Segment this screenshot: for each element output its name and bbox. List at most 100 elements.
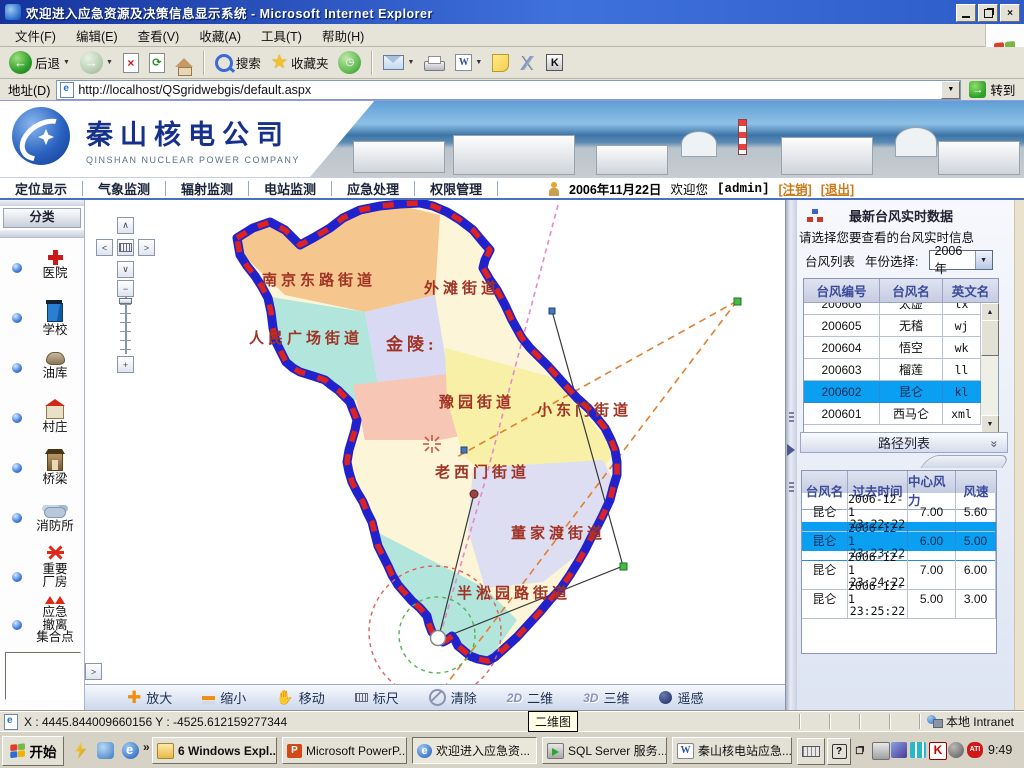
search-button[interactable]: 搜索: [212, 51, 264, 74]
minimize-button[interactable]: [956, 4, 976, 22]
table-scrollbar[interactable]: ▲ ▼: [981, 303, 998, 431]
tray-sphere-icon[interactable]: [948, 742, 964, 758]
close-button[interactable]: ×: [1000, 4, 1020, 22]
tab-weather[interactable]: 气象监测: [83, 181, 166, 196]
exit-link[interactable]: [退出]: [821, 179, 854, 198]
zoom-in-button[interactable]: +: [117, 356, 134, 373]
language-bar-options[interactable]: [852, 738, 866, 763]
tab-station[interactable]: 电站监测: [249, 181, 332, 196]
zoom-slider[interactable]: [119, 296, 132, 354]
path-list-bar[interactable]: 路径列表 »: [800, 432, 1008, 453]
tab-permissions[interactable]: 权限管理: [415, 181, 498, 196]
logout-link[interactable]: [注销]: [778, 179, 811, 198]
notes-button[interactable]: [489, 52, 512, 74]
sidebar-item-important-plant[interactable]: 重要 厂房: [28, 544, 82, 588]
scroll-up-icon[interactable]: ▲: [981, 303, 999, 321]
quicklaunch-chevron-icon[interactable]: »: [143, 740, 150, 754]
typhoon-row-selected[interactable]: 200602昆仑kl: [804, 381, 981, 403]
address-input[interactable]: http://localhost/QSgridwebgis/default.as…: [56, 80, 961, 100]
year-dropdown-icon[interactable]: ▼: [975, 251, 992, 269]
pan-tool[interactable]: ✋移动: [276, 688, 324, 707]
typhoon-row[interactable]: 200606太虚tx: [804, 303, 981, 315]
remote-sensing-tool[interactable]: 遥感: [659, 688, 703, 707]
back-dropdown-icon[interactable]: ▼: [63, 59, 70, 66]
view-2d-tool[interactable]: 2D二维: [507, 688, 553, 707]
task-windows-explorer[interactable]: 6 Windows Expl...▼: [152, 737, 277, 764]
go-button[interactable]: → 转到: [969, 80, 1015, 99]
pan-right-button[interactable]: >: [138, 239, 155, 256]
full-extent-button[interactable]: [117, 239, 134, 256]
tray-grid-icon[interactable]: [910, 742, 926, 758]
tray-messenger-icon[interactable]: [891, 742, 907, 758]
task-word-doc[interactable]: W 秦山核电站应急...: [672, 737, 792, 764]
zoom-out-tool[interactable]: 缩小: [202, 688, 246, 707]
sidebar-item-school[interactable]: 学校: [28, 298, 82, 337]
task-sql-server[interactable]: SQL Server 服务...: [542, 737, 667, 764]
sidebar-item-evacuation-point[interactable]: 应急 撤离 集合点: [28, 596, 82, 644]
task-powerpoint[interactable]: P Microsoft PowerP...: [282, 737, 407, 764]
realtime-row[interactable]: 昆仑 2006-12-123:22:22 7.005.60: [802, 493, 996, 522]
pan-left-button[interactable]: <: [96, 239, 113, 256]
map-area[interactable]: 南京东路街道 外滩街道 人民广场街道 金陵: 豫园街道 小东门街道 老西门街道 …: [85, 200, 785, 710]
ruler-tool[interactable]: 标尺: [355, 688, 399, 707]
realtime-row[interactable]: 昆仑 2006-12-123:24:22 7.006.00: [802, 551, 996, 580]
sidebar-item-oil-depot[interactable]: 油库: [28, 352, 82, 380]
language-help-button[interactable]: ?: [827, 738, 851, 765]
refresh-button[interactable]: ⟳: [146, 51, 168, 75]
quicklaunch-outlook-icon[interactable]: [97, 742, 114, 759]
k-tool-button[interactable]: K: [543, 52, 566, 73]
menu-edit[interactable]: 编辑(E): [67, 24, 127, 47]
favorites-button[interactable]: ★ 收藏夹: [268, 49, 332, 76]
tray-sql-server-icon[interactable]: [872, 742, 890, 760]
typhoon-row[interactable]: 200601西马仑xml: [804, 403, 981, 425]
forward-button[interactable]: →▼: [77, 49, 116, 76]
home-button[interactable]: [172, 56, 196, 69]
start-button[interactable]: 开始: [2, 736, 64, 766]
typhoon-row[interactable]: 200604悟空wk: [804, 337, 981, 359]
scrollbar-thumb[interactable]: [981, 320, 999, 356]
collapse-arrow-icon[interactable]: [787, 444, 795, 456]
pan-up-button[interactable]: ∧: [117, 217, 134, 234]
realtime-row-selected[interactable]: 昆仑 2006-12-123:23:22 6.005.00: [802, 522, 996, 551]
scroll-down-icon[interactable]: ▼: [981, 415, 999, 433]
zoom-slider-thumb[interactable]: [119, 298, 132, 304]
history-button[interactable]: ◷: [335, 49, 364, 76]
menu-view[interactable]: 查看(V): [129, 24, 189, 47]
menu-file[interactable]: 文件(F): [6, 24, 65, 47]
panel-splitter[interactable]: [785, 200, 797, 710]
sidebar-item-hospital[interactable]: 医院: [28, 250, 82, 280]
print-button[interactable]: [421, 53, 448, 73]
task-ie-active[interactable]: e 欢迎进入应急资...: [412, 737, 537, 764]
clear-tool[interactable]: 清除: [429, 688, 477, 707]
typhoon-row[interactable]: 200603榴莲ll: [804, 359, 981, 381]
address-dropdown-icon[interactable]: ▼: [941, 81, 960, 99]
tab-radiation[interactable]: 辐射监测: [166, 181, 249, 196]
pan-down-button[interactable]: ∨: [117, 261, 134, 278]
menu-tools[interactable]: 工具(T): [252, 24, 311, 47]
tray-ati-icon[interactable]: ATI: [967, 742, 983, 758]
tab-positioning[interactable]: 定位显示: [0, 181, 83, 196]
realtime-row[interactable]: 昆仑 2006-12-123:25:22 5.003.00: [802, 580, 996, 609]
forward-dropdown-icon[interactable]: ▼: [106, 59, 113, 66]
edit-with-word-button[interactable]: W▼: [452, 52, 485, 73]
restore-button[interactable]: [978, 4, 998, 22]
sidebar-item-bridge[interactable]: 桥梁: [28, 448, 82, 486]
sidebar-item-fire-station[interactable]: 消防所: [28, 502, 82, 533]
menu-help[interactable]: 帮助(H): [313, 24, 373, 47]
sidebar-item-village[interactable]: 村庄: [28, 398, 82, 434]
year-select[interactable]: 2006年 ▼: [929, 250, 993, 270]
quicklaunch-ie-icon[interactable]: [122, 742, 139, 759]
back-button[interactable]: ← 后退▼: [6, 49, 73, 76]
tab-emergency[interactable]: 应急处理: [332, 181, 415, 196]
view-3d-tool[interactable]: 3D三维: [583, 688, 629, 707]
tray-kaspersky-icon[interactable]: K: [929, 742, 947, 760]
language-keyboard-button[interactable]: [797, 738, 825, 765]
stop-button[interactable]: ×: [120, 51, 142, 75]
expand-panel-button[interactable]: >: [85, 663, 102, 680]
menu-favorites[interactable]: 收藏(A): [190, 24, 250, 47]
mail-button[interactable]: ▼: [380, 53, 417, 72]
typhoon-row[interactable]: 200605无稽wj: [804, 315, 981, 337]
messenger-button[interactable]: [516, 54, 539, 72]
quicklaunch-winamp-icon[interactable]: [72, 742, 89, 759]
zoom-out-button[interactable]: −: [117, 280, 134, 297]
